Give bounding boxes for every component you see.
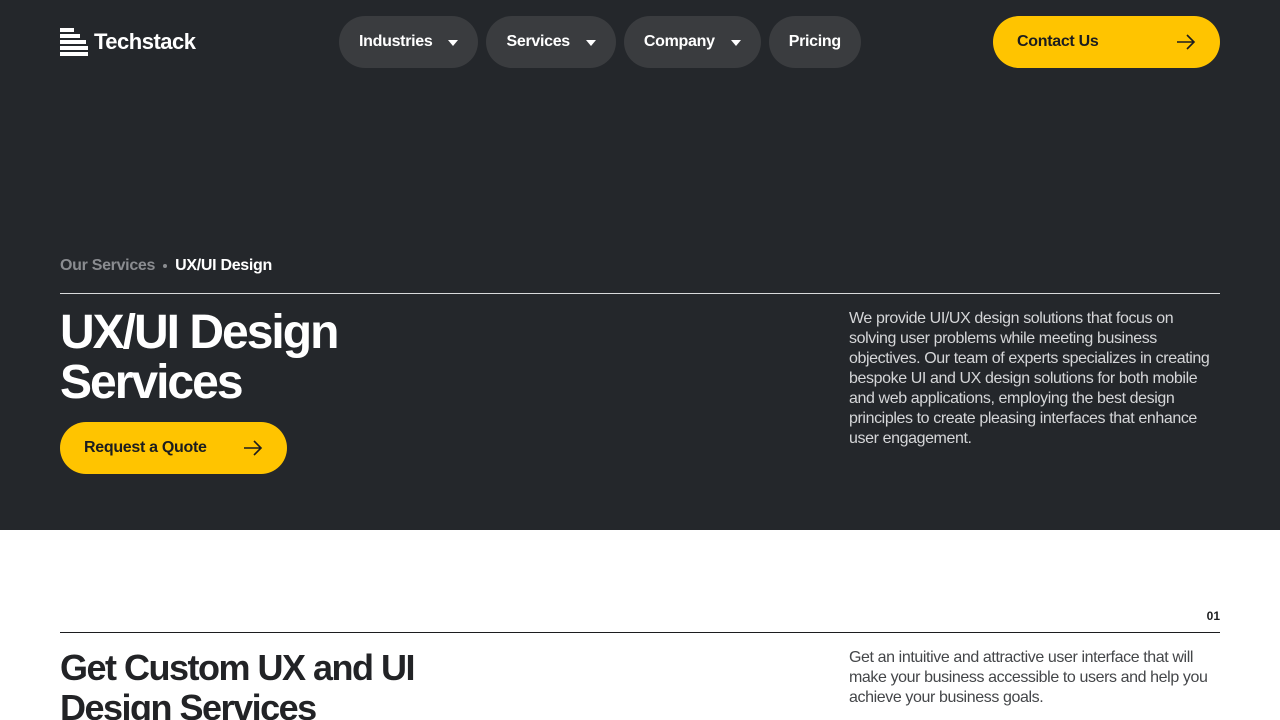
- section-number: 01: [1206, 609, 1220, 623]
- main-nav: Industries Services Company Pricing: [339, 16, 869, 68]
- breadcrumb: Our Services UX/UI Design: [60, 257, 272, 275]
- hero-section: Techstack Industries Services Company Pr…: [0, 0, 1280, 530]
- nav-company-label: Company: [643, 33, 715, 50]
- section-divider: [60, 632, 1220, 633]
- section-title: Get Custom UX and UI Design Services: [60, 647, 416, 720]
- request-quote-label: Request a Quote: [84, 439, 207, 456]
- breadcrumb-current: UX/UI Design: [175, 257, 273, 274]
- nav-services-label: Services: [506, 33, 570, 50]
- hero-divider: [60, 293, 1220, 294]
- brand-logo[interactable]: Techstack: [60, 28, 196, 56]
- hero-description: We provide UI/UX design solutions that f…: [849, 310, 1210, 447]
- page-title: UX/UI Design Services: [60, 306, 339, 409]
- nav-industries-label: Industries: [359, 33, 433, 50]
- arrow-right-icon: [1177, 34, 1196, 50]
- arrow-right-icon: [244, 440, 263, 456]
- logo-icon: [60, 28, 88, 56]
- brand-name: Techstack: [94, 29, 196, 54]
- nav-company[interactable]: Company: [623, 16, 761, 68]
- request-quote-button[interactable]: Request a Quote: [60, 422, 287, 474]
- caret-down-icon: [585, 40, 596, 46]
- nav-pricing[interactable]: Pricing: [768, 16, 861, 68]
- caret-down-icon: [448, 40, 459, 46]
- caret-down-icon: [730, 40, 741, 46]
- nav-pricing-label: Pricing: [788, 33, 841, 50]
- breadcrumb-separator: [163, 264, 168, 268]
- contact-us-button[interactable]: Contact Us: [993, 16, 1220, 68]
- contact-us-label: Contact Us: [1017, 33, 1099, 50]
- breadcrumb-parent-link[interactable]: Our Services: [60, 257, 155, 275]
- section-description: Get an intuitive and attractive user int…: [849, 649, 1208, 706]
- nav-industries[interactable]: Industries: [339, 16, 479, 68]
- nav-services[interactable]: Services: [486, 16, 616, 68]
